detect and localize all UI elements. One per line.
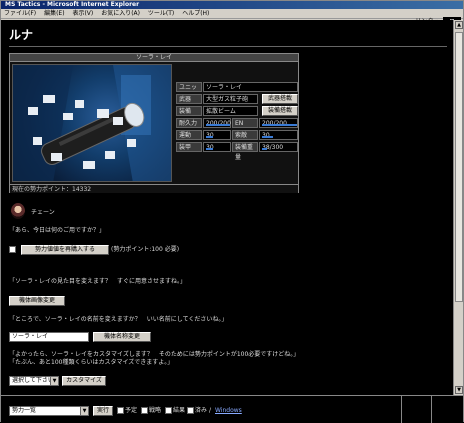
customize-select-value: 選択して下さい (12, 377, 54, 384)
customize-select[interactable]: 選択して下さい ▼ (9, 376, 59, 386)
mobility-value: 30 (203, 130, 231, 140)
menu-favorites[interactable]: お気に入り(A) (98, 9, 143, 19)
browser-window: MS Tactics - Microsoft Internet Explorer… (0, 0, 464, 423)
list-select-value: 勢力一覧 (12, 407, 37, 414)
checkbox-done-label: 済み (195, 407, 208, 414)
separator-text: / (209, 407, 212, 414)
unit-panel: ソーラ・レイ ユニッ ソーラ・レイ 武器 大型ガス粒子砲 武器搭載 装備 拡散ビ… (9, 53, 299, 193)
stat-row-mobility-speed: 運動 30 索敵 30 (176, 130, 298, 141)
stat-row-equip: 装備 拡散ビーム 装備搭載 (176, 106, 298, 117)
hp-bar (206, 124, 230, 126)
space-cannon-illustration (13, 65, 171, 181)
equip-load-button[interactable]: 装備搭載 (262, 106, 298, 116)
equip-label: 装備 (176, 106, 202, 116)
equip-value: 拡散ビーム (203, 106, 258, 116)
window-title: MS Tactics - Microsoft Internet Explorer (1, 1, 463, 9)
customize-button[interactable]: カスタマイズ (62, 376, 106, 386)
dialogue-line-5: 「たぶん、あと100種類くらいはカスタマイズできますよ。」 (9, 359, 174, 366)
checkbox-result-label: 結果 (173, 407, 186, 414)
armor-value: 30 (203, 142, 231, 152)
menu-edit[interactable]: 編集(E) (41, 9, 67, 19)
title-divider (9, 46, 447, 47)
menu-help[interactable]: ヘルプ(H) (179, 9, 212, 19)
recalc-note: (勢力ポイント:100 必要) (111, 246, 180, 253)
change-image-button[interactable]: 機体画像変更 (9, 296, 65, 306)
speed-value: 30 (259, 130, 298, 140)
weight-bar (262, 148, 267, 150)
checkbox-schedule[interactable] (117, 407, 124, 414)
speed-label: 索敵 (232, 130, 258, 140)
stat-row-armor-weight: 装甲 30 装備重量 38/300 (176, 142, 298, 161)
speed-bar (262, 136, 273, 138)
mobility-bar (206, 136, 213, 138)
frame-divider (431, 396, 432, 423)
unit-name-label: ユニット (176, 82, 202, 101)
avatar (11, 203, 25, 219)
vertical-scrollbar[interactable]: ▲ ▼ (453, 20, 463, 395)
chevron-down-icon: ▼ (80, 407, 88, 415)
page-content: ルナ ソーラ・レイ ユニッ ソーラ・レイ 武器 大型ガス粒子砲 武器搭載 装備 … (1, 20, 453, 395)
stat-row-unit: ユニット ソーラ・レイ (176, 82, 298, 101)
recalc-checkbox[interactable] (9, 246, 16, 253)
hp-label: 耐久力 (176, 118, 202, 128)
en-value: 200/200 (259, 118, 298, 128)
weapon-load-button[interactable]: 武器搭載 (262, 94, 298, 104)
mobility-label: 運動 (176, 130, 202, 140)
checkbox-strategy[interactable] (141, 407, 148, 414)
en-bar (262, 124, 297, 126)
unit-footer: 現在の勢力ポイント：14332 (10, 184, 298, 193)
en-label: EN (232, 118, 258, 128)
checkbox-strategy-label: 戦略 (149, 407, 162, 414)
armor-label: 装甲 (176, 142, 202, 152)
menu-tools[interactable]: ツール(T) (145, 9, 177, 19)
recalc-button[interactable]: 勢力値値を再購入する (21, 245, 109, 255)
windows-link[interactable]: Windows (215, 407, 242, 414)
menu-bar: ファイル(F) 編集(E) 表示(V) お気に入り(A) ツール(T) ヘルプ(… (1, 9, 463, 27)
dialogue-line-2: 「ソーラ・レイの見た目を変えます？ すぐに用意させますね。」 (9, 278, 187, 285)
hp-value: 200/200 (203, 118, 231, 128)
unit-stats: ユニット ソーラ・レイ 武器 大型ガス粒子砲 武器搭載 装備 拡散ビーム 装備搭… (176, 82, 298, 161)
unit-header: ソーラ・レイ (10, 54, 298, 62)
scroll-up-icon[interactable]: ▲ (455, 21, 463, 29)
scroll-down-icon[interactable]: ▼ (455, 386, 463, 394)
weight-value: 38/300 (259, 142, 298, 152)
dialogue-line-1: 「あら、今日は何のご用ですか？」 (9, 227, 106, 234)
checkbox-done[interactable] (187, 407, 194, 414)
page-title: ルナ (9, 28, 34, 42)
weapon-label: 武器 (176, 94, 202, 104)
unit-name-value: ソーラ・レイ (203, 82, 298, 92)
speaker-name: チェーン (31, 209, 55, 216)
change-name-button[interactable]: 機体名称変更 (93, 332, 151, 342)
checkbox-result[interactable] (165, 407, 172, 414)
dialogue-line-3: 「ところで、ソーラ・レイの名前を変えますか？ いい名前にしてくださいね。」 (9, 316, 228, 323)
armor-bar (206, 148, 213, 150)
unit-image (12, 64, 172, 182)
dialogue-line-4: 「よかったら、ソーラ・レイをカスタマイズします？ そのためには勢力ポイントが10… (9, 351, 300, 358)
weapon-value: 大型ガス粒子砲 (203, 94, 258, 104)
list-select[interactable]: 勢力一覧 ▼ (9, 406, 89, 416)
frame-divider (401, 396, 402, 423)
scroll-thumb[interactable] (455, 32, 463, 302)
stat-row-weapon: 武器 大型ガス粒子砲 武器搭載 (176, 94, 298, 105)
unit-name-input[interactable]: ソーラ・レイ (9, 332, 89, 342)
menu-file[interactable]: ファイル(F) (1, 9, 39, 19)
stat-row-hp-en: 耐久力 200/200 EN 200/200 (176, 118, 298, 129)
checkbox-schedule-label: 予定 (125, 407, 138, 414)
menu-view[interactable]: 表示(V) (69, 9, 96, 19)
chevron-down-icon: ▼ (50, 377, 58, 385)
bottom-frame: 勢力一覧 ▼ 実行 予定 戦略 結果 済み / Windows (1, 395, 463, 423)
exec-button[interactable]: 実行 (93, 406, 113, 416)
weight-label: 装備重量 (232, 142, 258, 161)
